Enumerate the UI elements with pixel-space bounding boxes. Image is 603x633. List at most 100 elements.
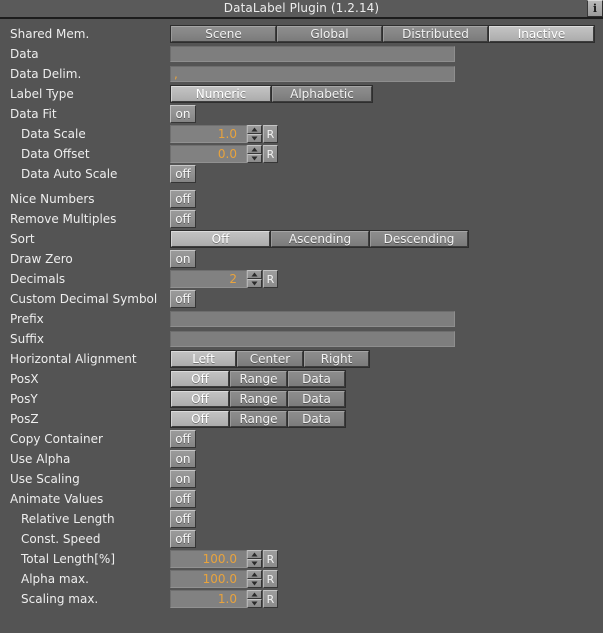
prefix-input[interactable]	[170, 311, 455, 327]
pos-x-option-data[interactable]: Data	[288, 371, 345, 387]
stepper-down-icon[interactable]	[247, 559, 262, 568]
stepper-down-icon[interactable]	[247, 134, 262, 143]
row-sort: Sort Off Ascending Descending	[0, 229, 603, 249]
copy-container-toggle[interactable]: off	[170, 430, 196, 448]
data-input[interactable]	[170, 46, 455, 62]
row-scaling-max: Scaling max. 1.0 R	[0, 589, 603, 609]
data-fit-toggle[interactable]: on	[170, 105, 196, 123]
label-nice-numbers: Nice Numbers	[10, 192, 95, 206]
sort-option-ascending[interactable]: Ascending	[271, 231, 369, 247]
control-label-type: Numeric Alphabetic	[170, 85, 373, 103]
data-delim-input[interactable]: ,	[170, 66, 455, 82]
custom-decimal-symbol-toggle[interactable]: off	[170, 290, 196, 308]
label-horizontal-alignment: Horizontal Alignment	[10, 352, 137, 366]
settings-panel: Shared Mem. Scene Global Distributed Ina…	[0, 19, 603, 609]
pos-z-option-off[interactable]: Off	[171, 411, 229, 427]
control-data-offset: 0.0 R	[170, 145, 278, 163]
pos-z-option-range[interactable]: Range	[230, 411, 287, 427]
horizontal-alignment-option-center[interactable]: Center	[237, 351, 303, 367]
label-use-scaling: Use Scaling	[10, 472, 80, 486]
total-length-reset-button[interactable]: R	[263, 550, 278, 568]
control-data-fit: on	[170, 105, 196, 123]
decimals-value[interactable]: 2	[170, 270, 247, 288]
pos-z-option-data[interactable]: Data	[288, 411, 345, 427]
stepper-up-icon[interactable]	[247, 570, 262, 579]
scaling-max-reset-button[interactable]: R	[263, 590, 278, 608]
nice-numbers-toggle[interactable]: off	[170, 190, 196, 208]
control-draw-zero: on	[170, 250, 196, 268]
horizontal-alignment-option-right[interactable]: Right	[304, 351, 369, 367]
control-shared-mem: Scene Global Distributed Inactive	[170, 25, 595, 43]
stepper-up-icon[interactable]	[247, 270, 262, 279]
alpha-max-value[interactable]: 100.0	[170, 570, 247, 588]
remove-multiples-toggle[interactable]: off	[170, 210, 196, 228]
data-offset-stepper	[247, 145, 262, 163]
stepper-down-icon[interactable]	[247, 579, 262, 588]
row-total-length: Total Length[%] 100.0 R	[0, 549, 603, 569]
total-length-value[interactable]: 100.0	[170, 550, 247, 568]
suffix-input[interactable]	[170, 331, 455, 347]
use-alpha-toggle[interactable]: on	[170, 450, 196, 468]
row-suffix: Suffix	[0, 329, 603, 349]
row-label-type: Label Type Numeric Alphabetic	[0, 84, 603, 104]
shared-mem-option-scene[interactable]: Scene	[171, 26, 276, 42]
control-data-scale: 1.0 R	[170, 125, 278, 143]
control-custom-decimal-symbol: off	[170, 290, 196, 308]
segmented-shared-mem: Scene Global Distributed Inactive	[170, 25, 595, 43]
animate-values-toggle[interactable]: off	[170, 490, 196, 508]
row-pos-z: PosZ Off Range Data	[0, 409, 603, 429]
scaling-max-value[interactable]: 1.0	[170, 590, 247, 608]
label-type-option-numeric[interactable]: Numeric	[171, 86, 271, 102]
stepper-down-icon[interactable]	[247, 154, 262, 163]
control-data	[170, 45, 455, 63]
pos-x-option-range[interactable]: Range	[230, 371, 287, 387]
pos-x-option-off[interactable]: Off	[171, 371, 229, 387]
label-animate-values: Animate Values	[10, 492, 104, 506]
shared-mem-option-inactive[interactable]: Inactive	[489, 26, 594, 42]
control-sort: Off Ascending Descending	[170, 230, 469, 248]
label-draw-zero: Draw Zero	[10, 252, 73, 266]
stepper-down-icon[interactable]	[247, 279, 262, 288]
shared-mem-option-global[interactable]: Global	[277, 26, 382, 42]
stepper-up-icon[interactable]	[247, 550, 262, 559]
info-icon[interactable]: i	[587, 0, 603, 17]
decimals-reset-button[interactable]: R	[263, 270, 278, 288]
stepper-up-icon[interactable]	[247, 145, 262, 154]
horizontal-alignment-option-left[interactable]: Left	[171, 351, 236, 367]
row-horizontal-alignment: Horizontal Alignment Left Center Right	[0, 349, 603, 369]
label-label-type: Label Type	[10, 87, 74, 101]
row-pos-y: PosY Off Range Data	[0, 389, 603, 409]
stepper-up-icon[interactable]	[247, 590, 262, 599]
data-scale-reset-button[interactable]: R	[263, 125, 278, 143]
pos-y-option-range[interactable]: Range	[230, 391, 287, 407]
data-scale-value[interactable]: 1.0	[170, 125, 247, 143]
label-sort: Sort	[10, 232, 35, 246]
label-custom-decimal-symbol: Custom Decimal Symbol	[10, 292, 158, 306]
shared-mem-option-distributed[interactable]: Distributed	[383, 26, 488, 42]
label-prefix: Prefix	[10, 312, 44, 326]
const-speed-toggle[interactable]: off	[170, 530, 196, 548]
row-use-scaling: Use Scaling on	[0, 469, 603, 489]
label-data: Data	[10, 47, 39, 61]
pos-y-option-off[interactable]: Off	[171, 391, 229, 407]
alpha-max-reset-button[interactable]: R	[263, 570, 278, 588]
row-animate-values: Animate Values off	[0, 489, 603, 509]
relative-length-toggle[interactable]: off	[170, 510, 196, 528]
row-custom-decimal-symbol: Custom Decimal Symbol off	[0, 289, 603, 309]
data-offset-value[interactable]: 0.0	[170, 145, 247, 163]
data-offset-reset-button[interactable]: R	[263, 145, 278, 163]
use-scaling-toggle[interactable]: on	[170, 470, 196, 488]
label-type-option-alphabetic[interactable]: Alphabetic	[272, 86, 372, 102]
data-auto-scale-toggle[interactable]: off	[170, 165, 196, 183]
control-data-delim: ,	[170, 65, 455, 83]
row-const-speed: Const. Speed off	[0, 529, 603, 549]
data-offset-field: 0.0 R	[170, 145, 278, 163]
sort-option-descending[interactable]: Descending	[370, 231, 468, 247]
stepper-up-icon[interactable]	[247, 125, 262, 134]
label-alpha-max: Alpha max.	[21, 572, 89, 586]
pos-y-option-data[interactable]: Data	[288, 391, 345, 407]
label-data-auto-scale: Data Auto Scale	[21, 167, 118, 181]
sort-option-off[interactable]: Off	[171, 231, 270, 247]
draw-zero-toggle[interactable]: on	[170, 250, 196, 268]
stepper-down-icon[interactable]	[247, 599, 262, 608]
